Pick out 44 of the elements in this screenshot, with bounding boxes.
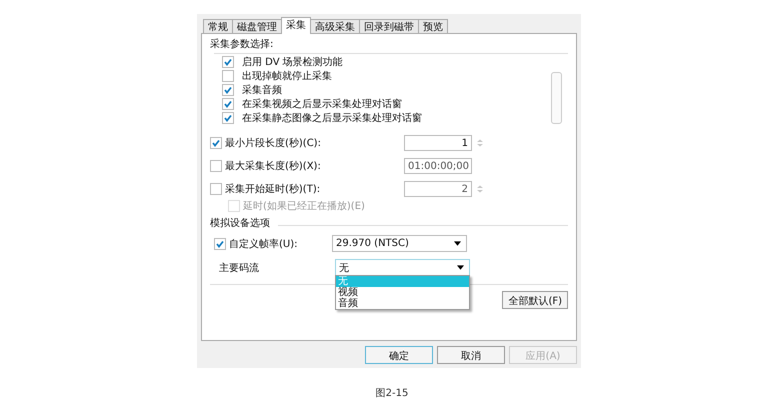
dropdown-option[interactable]: 音频 [336,298,469,309]
checkbox[interactable] [214,238,226,250]
tab[interactable]: 高级采集 [310,19,360,33]
option-label: 出现掉帧就停止采集 [242,70,332,83]
field-label: 主要码流 [218,262,260,274]
spinner-icon[interactable] [475,138,485,146]
section-heading: 采集参数选择: [210,38,274,51]
caret-icon [454,241,461,246]
option-label: 在采集视频之后显示采集处理对话窗 [242,98,402,111]
option-label: 启用 DV 场景检测功能 [242,56,343,69]
option-label: 采集音频 [242,84,282,97]
option-label: 在采集静态图像之后显示采集处理对话窗 [242,112,422,125]
scrollbar-thumb[interactable] [551,72,562,124]
checkbox[interactable] [210,182,222,194]
checkbox[interactable] [210,160,222,172]
option-label: 延时(如果已经正在播放)(E) [243,200,365,213]
checkbox[interactable] [222,84,234,96]
checkbox[interactable] [210,136,222,148]
defaults-button[interactable]: 全部默认(F) [502,291,568,309]
dialog-button[interactable]: 取消 [437,346,505,364]
stream-dropdown[interactable]: 无 [335,259,470,276]
input-field[interactable]: 2 [404,180,472,196]
input-field[interactable]: 01:00:00;00 [404,158,472,174]
field-label: 最大采集长度(秒)(X): [225,160,322,172]
checkbox[interactable] [222,56,234,68]
caret-icon [457,265,464,270]
dialog-button[interactable]: 确定 [365,346,433,364]
checkbox[interactable] [222,70,234,82]
framerate-dropdown[interactable]: 29.970 (NTSC) [332,235,467,252]
input-field[interactable]: 1 [404,134,472,150]
field-label: 采集开始延时(秒)(T): [225,182,322,196]
tab[interactable]: 预览 [418,19,448,33]
tab[interactable]: 回录到磁带 [359,19,419,33]
checkbox[interactable] [222,112,234,124]
field-label: 最小片段长度(秒)(C): [225,136,322,150]
dropdown-option[interactable]: 视频 [336,287,469,298]
tab[interactable]: 常规 [203,19,233,33]
section-heading: 模拟设备选项 [210,216,270,230]
tab[interactable]: 磁盘管理 [232,19,282,33]
checkbox[interactable] [222,98,234,110]
spinner-icon[interactable] [475,184,485,192]
field-label: 自定义帧率(U): [229,238,298,250]
tab[interactable]: 采集 [281,17,311,34]
figure-caption: 图2-15 [374,387,410,400]
